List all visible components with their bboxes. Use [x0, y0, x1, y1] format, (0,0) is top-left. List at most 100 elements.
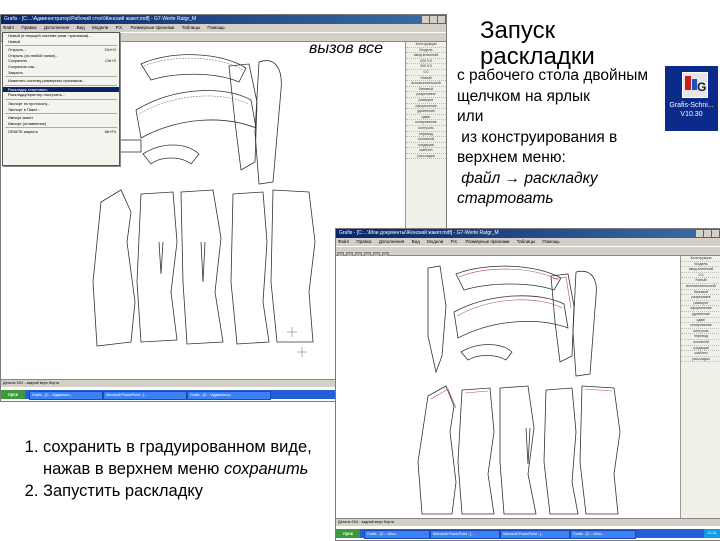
window-controls[interactable]: [421, 16, 445, 27]
window-1-titlebar[interactable]: Grafis - [C:...\Администратор\Рабочий ст…: [1, 15, 446, 24]
menu-item-label: Экспорт по протоколу...: [8, 100, 51, 106]
menu-item-shortcut: Alt+F4: [104, 129, 116, 135]
menu-separator: [5, 45, 117, 47]
dart-line: [158, 241, 164, 275]
window-2-menubar: Файл Правка Дополнения Вид Модели Р.Х. Р…: [336, 238, 720, 246]
window-1-menubar: Файл Правка Дополнения Вид Модели Р.Х. Р…: [1, 24, 446, 32]
menu-item-label: Сохранить: [8, 58, 28, 64]
slide-title: Запуск раскладки: [480, 17, 595, 70]
menu-additions[interactable]: Дополнения: [379, 239, 405, 244]
window-controls[interactable]: [695, 230, 719, 241]
maximize-icon[interactable]: [704, 230, 711, 237]
close-icon[interactable]: [438, 16, 445, 23]
menu-edit[interactable]: Правка: [21, 25, 36, 30]
pattern-piece-pocket: [118, 139, 142, 153]
menu-item-label: Сохранить как...: [8, 63, 38, 69]
statusbar-2: Деталь 004 - задний верх борта: [336, 518, 720, 526]
tools-side-panel-2: Конструкция Модель ввод значений 0.0 Новый вс…: [680, 256, 720, 518]
window-2-titlebar[interactable]: Grafis - [C:...\Мои документы\Женский жа…: [336, 229, 720, 238]
dart-line: [200, 241, 206, 283]
menu-item-label: Новый: [8, 38, 21, 44]
taskbar-2: пуск Grafis - [C:...\Мои... Microsoft Po…: [336, 529, 720, 539]
close-icon[interactable]: [712, 230, 719, 237]
status-text: Деталь 004 - задний верх борта: [3, 381, 60, 385]
menu-rx[interactable]: Р.Х.: [116, 25, 124, 30]
menu-size-features[interactable]: Размерные признаки: [131, 25, 175, 30]
pattern-piece-small: [142, 144, 200, 165]
menu-separator: [5, 76, 117, 78]
pattern-piece-facing: [135, 90, 257, 139]
side-panel-item[interactable]: раскладка: [406, 154, 446, 160]
menu-edit[interactable]: Правка: [356, 239, 371, 244]
instr-line: стартовать: [457, 190, 554, 207]
taskbar-item[interactable]: Grafis - [C:...\Мои...: [364, 530, 430, 539]
grafis-window-2: Grafis - [C:...\Мои документы\Женский жа…: [335, 228, 720, 541]
menu-size-features[interactable]: Размерные признаки: [466, 239, 510, 244]
menu-file[interactable]: Файл: [3, 25, 14, 30]
menu-separator: [5, 84, 117, 86]
taskbar-item[interactable]: Microsoft PowerPoint - [...: [103, 391, 187, 400]
maximize-icon[interactable]: [430, 16, 437, 23]
callout-label: вызов все: [309, 40, 383, 57]
menu-help[interactable]: Помощь: [542, 239, 559, 244]
taskbar-item[interactable]: Microsoft PowerPoint - [...: [430, 530, 500, 539]
taskbar-item[interactable]: Grafis - [C:...\Админист...: [29, 391, 103, 400]
menu-item-label: Открыть (из любой папки)...: [8, 52, 59, 58]
minimize-icon[interactable]: [422, 16, 429, 23]
pattern-canvas-2[interactable]: [336, 256, 679, 518]
menu-view[interactable]: Вид: [412, 239, 420, 244]
taskbar-item[interactable]: Grafis - [C:...\Мои...: [570, 530, 636, 539]
menu-rx[interactable]: Р.Х.: [451, 239, 459, 244]
grafis-app-icon: G: [682, 72, 708, 98]
instr-line: верхнем меню:: [457, 149, 566, 166]
window-2-toolbar: [336, 246, 720, 259]
instr-line: файл → раскладку: [457, 169, 598, 187]
menu-item-exit[interactable]: GRAFIS закрыть Alt+F4: [3, 129, 119, 135]
menu-item-label: Импорт (оглавление): [8, 120, 47, 126]
status-text: Деталь 004 - задний верх борта: [338, 520, 395, 524]
grafis-desktop-shortcut[interactable]: G Grafis-Schni... V10.30: [665, 66, 718, 131]
menu-file[interactable]: Файл: [338, 239, 349, 244]
pattern-piece-front: [92, 189, 136, 347]
shortcut-label: Grafis-Schni... V10.30: [667, 101, 716, 119]
menu-additions[interactable]: Дополнения: [44, 25, 70, 30]
menu-tables[interactable]: Таблицы: [182, 25, 200, 30]
taskbar-clock: 10:31: [704, 529, 720, 538]
menu-item-label: Экспорт в Пакет...: [8, 106, 41, 112]
window-1-title: Grafis - [C:...\Администратор\Рабочий ст…: [4, 16, 197, 22]
menu-item-label: Открыть...: [8, 47, 27, 53]
menu-item-label: Импорт макет: [8, 115, 34, 121]
menu-item-layout-printer-setup[interactable]: Раскладку/принтер настроить...: [3, 92, 119, 98]
menu-item-label: GRAFIS закрыть: [8, 129, 38, 135]
start-button[interactable]: пуск: [1, 390, 25, 399]
instr-line: из конструирования в: [457, 128, 618, 146]
pattern-piece-side: [136, 191, 178, 343]
menu-separator: [5, 113, 117, 115]
step-italic-text: сохранить: [224, 460, 309, 478]
file-dropdown-menu: Новый (в текущей системе разм. признаков…: [2, 32, 120, 166]
taskbar-item[interactable]: Microsoft PowerPoint - [...: [500, 530, 570, 539]
taskbar-item[interactable]: Grafis - [C:...\Администр...: [187, 391, 271, 400]
menu-item-new[interactable]: Новый: [3, 39, 119, 45]
menu-help[interactable]: Помощь: [207, 25, 224, 30]
menu-item-export-package[interactable]: Экспорт в Пакет...: [3, 107, 119, 113]
menu-models[interactable]: Модели: [427, 239, 443, 244]
steps-list: сохранить в градуированном виде, нажав в…: [15, 436, 325, 502]
start-button[interactable]: пуск: [336, 529, 360, 538]
instr-line: щелчком на ярлык: [457, 87, 590, 105]
shortcut-label-line: Grafis-Schni...: [669, 102, 714, 109]
menu-separator: [5, 127, 117, 129]
menu-tables[interactable]: Таблицы: [517, 239, 535, 244]
menu-item-close[interactable]: Закрыть: [3, 70, 119, 76]
minimize-icon[interactable]: [696, 230, 703, 237]
side-panel-item[interactable]: раскладка: [681, 357, 720, 363]
window-2-title: Grafis - [C:...\Мои документы\Женский жа…: [339, 230, 499, 236]
pattern-pieces-2: [417, 265, 621, 515]
menu-item-import-contents[interactable]: Импорт (оглавление): [3, 121, 119, 127]
menu-item-change-size-system[interactable]: Изменить систему размерных признаков...: [3, 78, 119, 84]
menu-item-label: Новый (в текущей системе разм. признаков…: [8, 33, 92, 38]
pattern-piece-back-2: [230, 191, 270, 345]
instr-line: с рабочего стола двойным: [457, 67, 649, 84]
menu-view[interactable]: Вид: [77, 25, 85, 30]
menu-models[interactable]: Модели: [92, 25, 108, 30]
